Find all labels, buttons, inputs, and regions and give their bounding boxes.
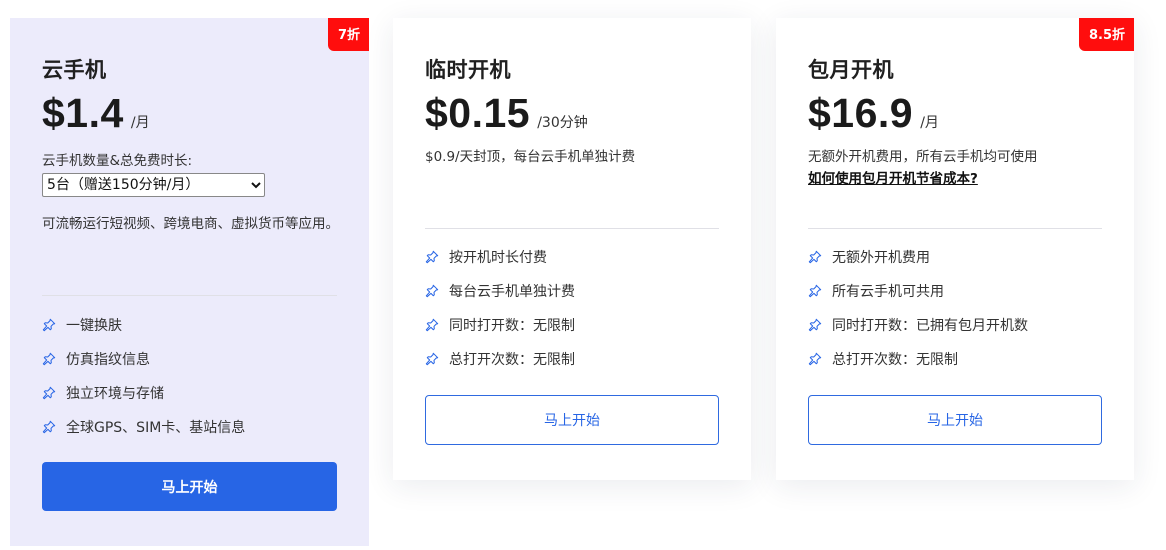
plan-description: $0.9/天封顶，每台云手机单独计费 [425, 149, 636, 165]
feature-item: 所有云手机可共用 [808, 274, 1028, 308]
feature-text: 同时打开数：无限制 [449, 318, 575, 334]
price: $1.4 [42, 90, 124, 136]
feature-text: 按开机时长付费 [449, 250, 547, 266]
divider [42, 295, 337, 296]
pin-icon [42, 352, 56, 366]
pin-icon [425, 284, 439, 298]
quantity-select[interactable]: 5台（赠送150分钟/月） [42, 173, 265, 197]
feature-text: 每台云手机单独计费 [449, 284, 575, 300]
feature-text: 独立环境与存储 [66, 386, 164, 402]
plan-name: 云手机 [42, 58, 107, 82]
feature-item: 每台云手机单独计费 [425, 274, 575, 308]
feature-item: 总打开次数：无限制 [808, 342, 1028, 376]
feature-list: 按开机时长付费 每台云手机单独计费 同时打开数：无限制 总打开次数：无限制 [425, 240, 575, 376]
feature-item: 一键换肤 [42, 308, 245, 342]
discount-badge: 7折 [327, 18, 369, 51]
feature-item: 独立环境与存储 [42, 376, 245, 410]
start-button[interactable]: 马上开始 [42, 462, 337, 511]
plan-name: 临时开机 [425, 58, 511, 82]
pin-icon [42, 318, 56, 332]
price-row: $16.9 /月 [808, 90, 939, 137]
pin-icon [425, 352, 439, 366]
price-row: $1.4 /月 [42, 90, 150, 137]
feature-item: 总打开次数：无限制 [425, 342, 575, 376]
feature-list: 一键换肤 仿真指纹信息 独立环境与存储 全球GPS、SIM卡、基站信息 [42, 308, 245, 444]
price: $0.15 [425, 90, 531, 136]
pin-icon [425, 318, 439, 332]
feature-text: 所有云手机可共用 [832, 284, 944, 300]
feature-text: 总打开次数：无限制 [832, 352, 958, 368]
save-cost-link[interactable]: 如何使用包月开机节省成本? [808, 171, 978, 187]
divider [425, 228, 719, 229]
feature-item: 仿真指纹信息 [42, 342, 245, 376]
feature-list: 无额外开机费用 所有云手机可共用 同时打开数：已拥有包月开机数 总打开次数：无限… [808, 240, 1028, 376]
plan-card-monthly: 8.5折 包月开机 $16.9 /月 无额外开机费用，所有云手机均可使用 如何使… [776, 18, 1134, 480]
price-row: $0.15 /30分钟 [425, 90, 588, 137]
discount-badge: 8.5折 [1078, 18, 1134, 51]
plan-description: 可流畅运行短视频、跨境电商、虚拟货币等应用。 [42, 216, 339, 232]
feature-text: 一键换肤 [66, 318, 122, 334]
pin-icon [808, 318, 822, 332]
feature-text: 无额外开机费用 [832, 250, 930, 266]
plan-card-cloud-phone: 7折 云手机 $1.4 /月 云手机数量&总免费时长: 5台（赠送150分钟/月… [10, 18, 369, 546]
price-unit: /30分钟 [537, 115, 588, 131]
pin-icon [42, 386, 56, 400]
pin-icon [808, 250, 822, 264]
start-button[interactable]: 马上开始 [808, 395, 1102, 445]
feature-text: 仿真指纹信息 [66, 352, 150, 368]
feature-item: 无额外开机费用 [808, 240, 1028, 274]
pin-icon [42, 420, 56, 434]
quantity-label: 云手机数量&总免费时长: [42, 153, 193, 169]
plan-link-wrap: 如何使用包月开机节省成本? [808, 168, 1104, 190]
feature-item: 同时打开数：已拥有包月开机数 [808, 308, 1028, 342]
feature-text: 同时打开数：已拥有包月开机数 [832, 318, 1028, 334]
pin-icon [808, 352, 822, 366]
pin-icon [425, 250, 439, 264]
feature-item: 同时打开数：无限制 [425, 308, 575, 342]
start-button[interactable]: 马上开始 [425, 395, 719, 445]
price-unit: /月 [130, 115, 150, 131]
feature-text: 全球GPS、SIM卡、基站信息 [66, 420, 246, 436]
feature-text: 总打开次数：无限制 [449, 352, 575, 368]
feature-item: 全球GPS、SIM卡、基站信息 [42, 410, 245, 444]
feature-item: 按开机时长付费 [425, 240, 575, 274]
plan-card-temporary: 临时开机 $0.15 /30分钟 $0.9/天封顶，每台云手机单独计费 按开机时… [393, 18, 751, 480]
plan-name: 包月开机 [808, 58, 894, 82]
divider [808, 228, 1102, 229]
price-unit: /月 [920, 115, 939, 131]
plan-description: 无额外开机费用，所有云手机均可使用 [808, 149, 1038, 165]
pin-icon [808, 284, 822, 298]
price: $16.9 [808, 90, 914, 136]
